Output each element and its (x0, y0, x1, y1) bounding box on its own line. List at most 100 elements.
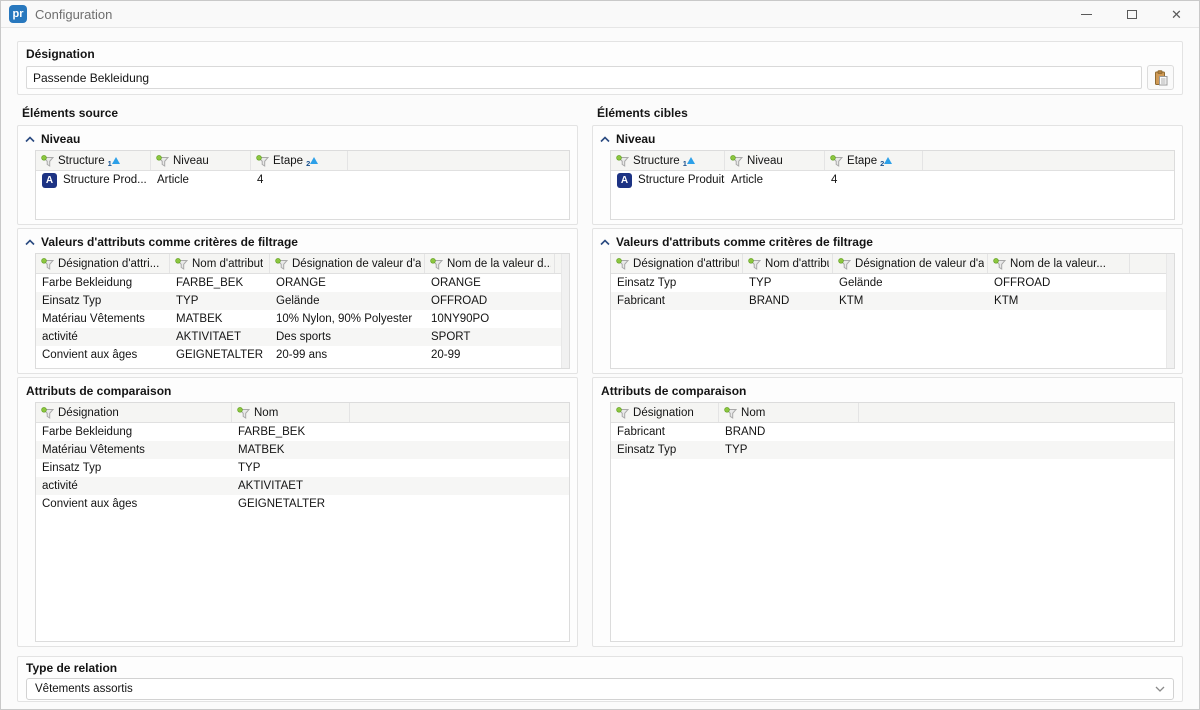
collapse-caret-icon[interactable] (25, 136, 35, 143)
table-row[interactable]: activitéAKTIVITAET (36, 477, 569, 495)
column-header[interactable]: Nom d'attribut (170, 254, 270, 273)
column-header[interactable]: Nom (719, 403, 859, 422)
window-title: Configuration (35, 7, 112, 22)
table-row[interactable]: Einsatz TypTYPGeländeOFFROAD (611, 274, 1174, 292)
table-body: AStructure ProduitsArticle4 (611, 171, 1174, 189)
table-row[interactable]: Einsatz TypTYP (36, 459, 569, 477)
filter-icon[interactable] (616, 155, 629, 167)
vertical-scrollbar[interactable] (561, 254, 569, 368)
filter-icon[interactable] (724, 407, 737, 419)
table-header-row: DésignationNom (36, 403, 569, 423)
table-cell: Des sports (270, 328, 425, 346)
filter-icon[interactable] (830, 155, 843, 167)
sort-ascending-icon: 2 (883, 156, 892, 165)
column-header[interactable]: Structure1 (611, 151, 725, 170)
table-cell: Convient aux âges (36, 346, 170, 364)
column-header[interactable]: Désignation (36, 403, 232, 422)
column-header[interactable]: Désignation de valeur d'a... (270, 254, 425, 273)
article-icon: A (617, 173, 632, 188)
column-header[interactable]: Désignation d'attri... (36, 254, 170, 273)
table-row[interactable]: AStructure ProduitsArticle4 (611, 171, 1174, 189)
vertical-scrollbar[interactable] (1166, 254, 1174, 368)
target-filters-table: Désignation d'attributNom d'attributDési… (610, 253, 1175, 369)
column-header[interactable]: Nom d'attribut (743, 254, 833, 273)
source-column-title: Éléments source (22, 106, 578, 122)
table-cell: Article (725, 171, 825, 189)
column-header[interactable]: Étape2 (825, 151, 923, 170)
source-column: Éléments source Niveau Structure1NiveauÉ… (17, 106, 578, 650)
paste-button[interactable] (1147, 65, 1174, 90)
column-header[interactable]: Niveau (151, 151, 251, 170)
filter-icon[interactable] (430, 258, 443, 270)
table-row[interactable]: Matériau VêtementsMATBEK (36, 441, 569, 459)
column-header[interactable]: Nom de la valeur... (988, 254, 1130, 273)
target-column: Éléments cibles Niveau Structure1NiveauÉ… (592, 106, 1183, 650)
table-header-row: Désignation d'attributNom d'attributDési… (611, 254, 1174, 274)
table-body: Farbe BekleidungFARBE_BEKMatériau Vêteme… (36, 423, 569, 513)
table-cell: Einsatz Typ (611, 274, 743, 292)
filter-icon[interactable] (41, 155, 54, 167)
minimize-button[interactable] (1064, 1, 1109, 27)
table-cell: TYP (170, 292, 270, 310)
target-filters-panel: Valeurs d'attributs comme critères de fi… (592, 228, 1183, 374)
filter-icon[interactable] (748, 258, 761, 270)
maximize-button[interactable] (1109, 1, 1154, 27)
column-header[interactable]: Nom de la valeur d... (425, 254, 555, 273)
table-cell: Article (151, 171, 251, 189)
dialog-content: Désignation Éléments sourc (1, 28, 1199, 702)
table-row[interactable]: Farbe BekleidungFARBE_BEK (36, 423, 569, 441)
table-cell: Fabricant (611, 292, 743, 310)
source-comparison-table: DésignationNomFarbe BekleidungFARBE_BEKM… (35, 402, 570, 642)
close-button[interactable]: ✕ (1154, 1, 1199, 27)
close-icon: ✕ (1171, 8, 1182, 21)
filter-icon[interactable] (838, 258, 851, 270)
filter-icon[interactable] (41, 407, 54, 419)
column-header[interactable]: Nom (232, 403, 350, 422)
column-header[interactable]: Niveau (725, 151, 825, 170)
table-row[interactable]: FabricantBRAND (611, 423, 1174, 441)
table-row[interactable]: Matériau VêtementsMATBEK10% Nylon, 90% P… (36, 310, 569, 328)
column-header[interactable]: Désignation (611, 403, 719, 422)
table-cell: ORANGE (425, 274, 555, 292)
table-cell: 10% Nylon, 90% Polyester (270, 310, 425, 328)
table-cell: TYP (743, 274, 833, 292)
filter-icon[interactable] (616, 258, 629, 270)
collapse-caret-icon[interactable] (600, 239, 610, 246)
table-row[interactable]: activitéAKTIVITAETDes sportsSPORT (36, 328, 569, 346)
table-cell: AKTIVITAET (170, 328, 270, 346)
collapse-caret-icon[interactable] (600, 136, 610, 143)
target-comparison-header: Attributs de comparaison (601, 384, 746, 398)
filter-icon[interactable] (730, 155, 743, 167)
relation-type-dropdown[interactable]: Vêtements assortis (26, 678, 1174, 700)
filter-icon[interactable] (616, 407, 629, 419)
table-row[interactable]: Convient aux âgesGEIGNETALTER (36, 495, 569, 513)
filter-icon[interactable] (275, 258, 288, 270)
table-cell: Farbe Bekleidung (36, 274, 170, 292)
table-row[interactable]: Einsatz TypTYPGeländeOFFROAD (36, 292, 569, 310)
filter-icon[interactable] (156, 155, 169, 167)
table-cell: BRAND (719, 423, 859, 441)
filter-icon[interactable] (993, 258, 1006, 270)
table-row[interactable]: Convient aux âgesGEIGNETALTER20-99 ans20… (36, 346, 569, 364)
filter-icon[interactable] (256, 155, 269, 167)
collapse-caret-icon[interactable] (25, 239, 35, 246)
designation-label: Désignation (26, 47, 1174, 61)
target-column-title: Éléments cibles (597, 106, 1183, 122)
column-header[interactable]: Désignation de valeur d'a... (833, 254, 988, 273)
table-row[interactable]: Farbe BekleidungFARBE_BEKORANGEORANGE (36, 274, 569, 292)
filter-icon[interactable] (175, 258, 188, 270)
minimize-icon (1081, 14, 1092, 15)
table-cell: Fabricant (611, 423, 719, 441)
column-header[interactable]: Étape2 (251, 151, 348, 170)
app-logo-icon: pr (9, 5, 27, 23)
column-header[interactable]: Structure1 (36, 151, 151, 170)
column-header[interactable]: Désignation d'attribut (611, 254, 743, 273)
table-row[interactable]: AStructure Prod...Article4 (36, 171, 569, 189)
table-row[interactable]: Einsatz TypTYP (611, 441, 1174, 459)
filter-icon[interactable] (237, 407, 250, 419)
table-row[interactable]: FabricantBRANDKTMKTM (611, 292, 1174, 310)
filter-icon[interactable] (41, 258, 54, 270)
source-filters-panel: Valeurs d'attributs comme critères de fi… (17, 228, 578, 374)
designation-input[interactable] (26, 66, 1142, 89)
source-niveau-header: Niveau (41, 132, 80, 146)
